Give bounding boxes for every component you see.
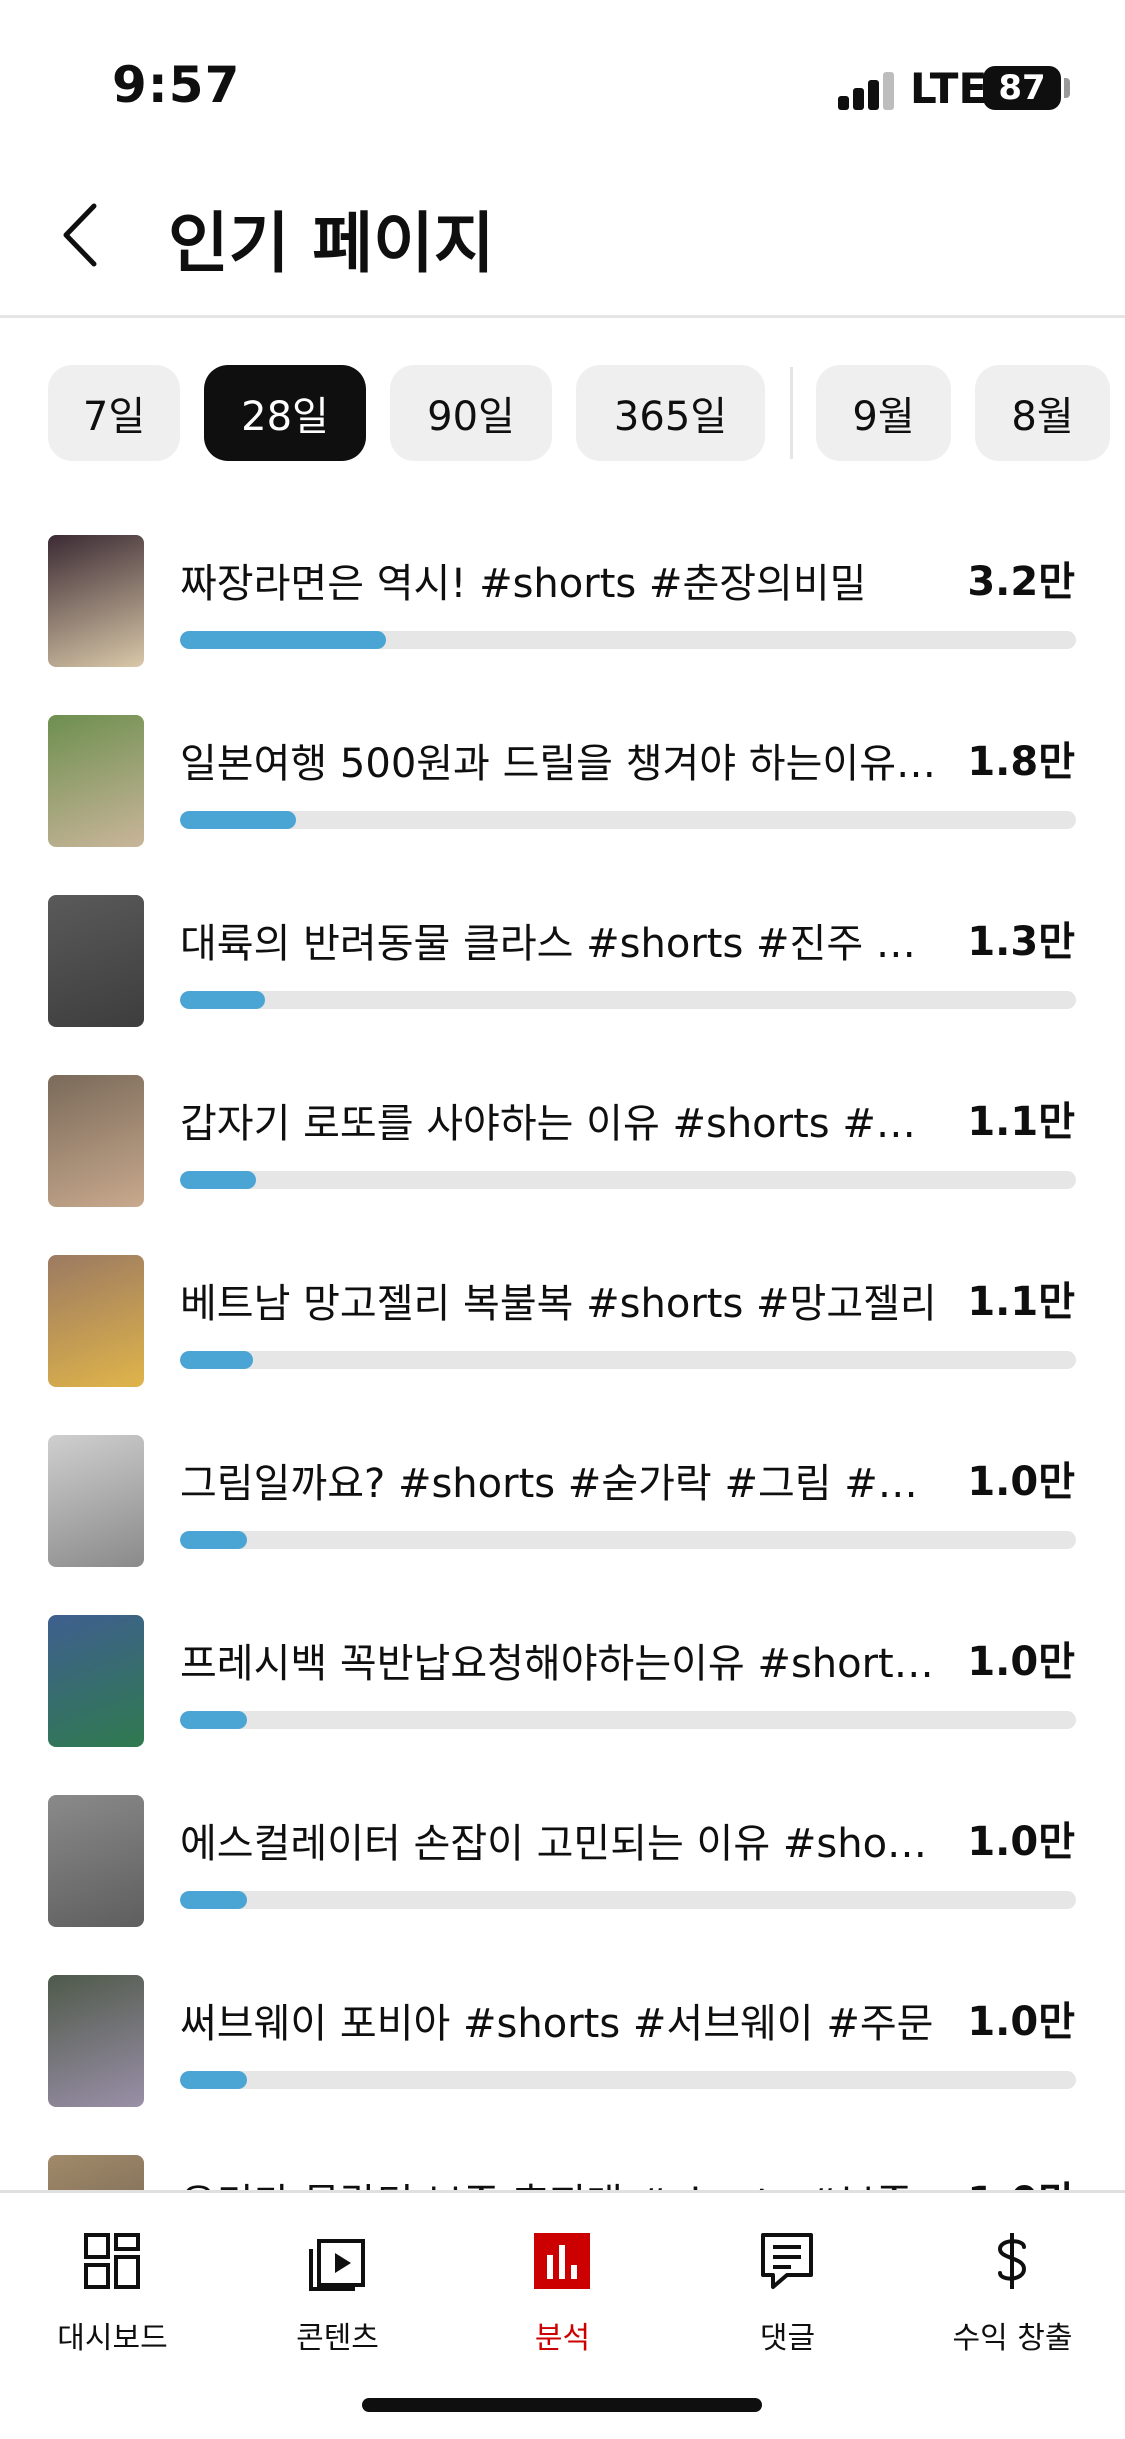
filter-chip-label: 90일 bbox=[427, 394, 515, 440]
nav-label: 콘텐츠 bbox=[296, 2321, 379, 2356]
video-title: 대륙의 반려동물 클라스 #shorts #진주 #… bbox=[180, 921, 940, 967]
filter-chip-28d[interactable]: 28일 bbox=[204, 365, 366, 461]
nav-monetization[interactable]: 수익 창출 bbox=[900, 2213, 1125, 2356]
comments-icon bbox=[761, 2233, 813, 2289]
cellular-signal-icon bbox=[838, 70, 898, 110]
battery-icon: 87 bbox=[983, 66, 1061, 110]
video-thumbnail bbox=[48, 895, 144, 1027]
filter-chip-label: 28일 bbox=[241, 394, 329, 440]
views-bar-fill bbox=[180, 1891, 248, 1909]
dashboard-icon bbox=[84, 2233, 140, 2289]
video-thumbnail bbox=[48, 1255, 144, 1387]
video-views: 1.1만 bbox=[967, 1279, 1075, 1325]
list-item[interactable]: 갑자기 로또를 사야하는 이유 #shorts #로… 1.1만 bbox=[0, 1075, 1125, 1215]
filter-chip-label: 365일 bbox=[613, 394, 728, 440]
video-views: 1.1만 bbox=[967, 1099, 1075, 1145]
filter-chip-90d[interactable]: 90일 bbox=[390, 365, 552, 461]
video-thumbnail bbox=[48, 715, 144, 847]
network-type: LTE bbox=[910, 64, 988, 113]
views-bar-fill bbox=[180, 1711, 248, 1729]
views-bar bbox=[180, 1531, 1076, 1549]
video-thumbnail bbox=[48, 1075, 144, 1207]
views-bar-fill bbox=[180, 1531, 248, 1549]
filter-chip-september[interactable]: 9월 bbox=[816, 365, 951, 461]
content-icon bbox=[309, 2239, 365, 2291]
video-views: 1.0만 bbox=[967, 1819, 1075, 1865]
filter-divider bbox=[790, 367, 793, 459]
video-title: 프레시백 꼭반납요청해야하는이유 #shorts… bbox=[180, 1641, 940, 1687]
nav-content[interactable]: 콘텐츠 bbox=[225, 2213, 450, 2356]
views-bar bbox=[180, 1711, 1076, 1729]
video-title: 갑자기 로또를 사야하는 이유 #shorts #로… bbox=[180, 1101, 940, 1147]
list-item[interactable]: 짜장라면은 역시! #shorts #춘장의비밀 3.2만 bbox=[0, 535, 1125, 675]
monetization-icon bbox=[997, 2233, 1027, 2289]
filter-chip-label: 9월 bbox=[852, 394, 915, 440]
status-time: 9:57 bbox=[112, 56, 241, 114]
views-bar-fill bbox=[180, 991, 266, 1009]
list-item[interactable]: 써브웨이 포비아 #shorts #서브웨이 #주문 1.0만 bbox=[0, 1975, 1125, 2115]
filter-chip-label: 8월 bbox=[1011, 394, 1074, 440]
period-filter-bar: 7일 28일 90일 365일 9월 8월 bbox=[0, 365, 1125, 465]
video-title: 써브웨이 포비아 #shorts #서브웨이 #주문 bbox=[180, 2001, 934, 2047]
nav-dashboard[interactable]: 대시보드 bbox=[0, 2213, 225, 2356]
views-bar bbox=[180, 991, 1076, 1009]
video-views: 3.2만 bbox=[967, 559, 1075, 605]
views-bar bbox=[180, 1891, 1076, 1909]
home-indicator[interactable] bbox=[362, 2398, 762, 2412]
video-title: 짜장라면은 역시! #shorts #춘장의비밀 bbox=[180, 561, 867, 607]
video-title: 그림일까요? #shorts #숟가락 #그림 #퀴즈 bbox=[180, 1461, 940, 1507]
nav-label: 분석 bbox=[534, 2321, 591, 2356]
battery-tip bbox=[1064, 78, 1070, 98]
list-item[interactable]: 베트남 망고젤리 복불복 #shorts #망고젤리 1.1만 bbox=[0, 1255, 1125, 1395]
chevron-left-icon bbox=[63, 203, 97, 267]
views-bar bbox=[180, 2071, 1076, 2089]
video-thumbnail bbox=[48, 1435, 144, 1567]
list-item[interactable]: 에스컬레이터 손잡이 고민되는 이유 #short… 1.0만 bbox=[0, 1795, 1125, 1935]
list-item[interactable]: 프레시백 꼭반납요청해야하는이유 #shorts… 1.0만 bbox=[0, 1615, 1125, 1755]
video-title: 에스컬레이터 손잡이 고민되는 이유 #short… bbox=[180, 1821, 940, 1867]
analytics-icon bbox=[534, 2233, 590, 2289]
video-views: 1.0만 bbox=[967, 1639, 1075, 1685]
views-bar bbox=[180, 631, 1076, 649]
video-views: 1.0만 bbox=[967, 1459, 1075, 1505]
nav-label: 수익 창출 bbox=[952, 2321, 1073, 2356]
back-button[interactable] bbox=[52, 200, 112, 270]
filter-chip-365d[interactable]: 365일 bbox=[576, 365, 765, 461]
filter-chip-label: 7일 bbox=[82, 394, 146, 440]
views-bar bbox=[180, 1351, 1076, 1369]
views-bar-fill bbox=[180, 1171, 257, 1189]
views-bar-fill bbox=[180, 811, 297, 829]
views-bar-fill bbox=[180, 2071, 248, 2089]
filter-chip-7d[interactable]: 7일 bbox=[48, 365, 180, 461]
video-thumbnail bbox=[48, 535, 144, 667]
video-thumbnail bbox=[48, 1975, 144, 2107]
views-bar bbox=[180, 1171, 1076, 1189]
page-title: 인기 페이지 bbox=[168, 205, 495, 282]
video-views: 1.3만 bbox=[967, 919, 1075, 965]
filter-chip-august[interactable]: 8월 bbox=[975, 365, 1110, 461]
video-thumbnail bbox=[48, 1795, 144, 1927]
views-bar-fill bbox=[180, 1351, 254, 1369]
nav-comments[interactable]: 댓글 bbox=[675, 2213, 900, 2356]
list-item[interactable]: 일본여행 500원과 드릴을 챙겨야 하는이유… 1.8만 bbox=[0, 715, 1125, 855]
nav-label: 대시보드 bbox=[57, 2321, 168, 2356]
header: 인기 페이지 bbox=[0, 150, 1125, 318]
nav-label: 댓글 bbox=[759, 2321, 816, 2356]
list-item[interactable]: 그림일까요? #shorts #숟가락 #그림 #퀴즈 1.0만 bbox=[0, 1435, 1125, 1575]
video-thumbnail bbox=[48, 1615, 144, 1747]
list-item[interactable]: 대륙의 반려동물 클라스 #shorts #진주 #… 1.3만 bbox=[0, 895, 1125, 1035]
video-views: 1.0만 bbox=[967, 1999, 1075, 2045]
video-title: 베트남 망고젤리 복불복 #shorts #망고젤리 bbox=[180, 1281, 937, 1327]
views-bar-fill bbox=[180, 631, 387, 649]
status-bar: 9:57 LTE 87 bbox=[0, 0, 1125, 150]
nav-analytics[interactable]: 분석 bbox=[450, 2213, 675, 2356]
views-bar bbox=[180, 811, 1076, 829]
video-views: 1.8만 bbox=[967, 739, 1075, 785]
video-title: 일본여행 500원과 드릴을 챙겨야 하는이유… bbox=[180, 741, 937, 787]
